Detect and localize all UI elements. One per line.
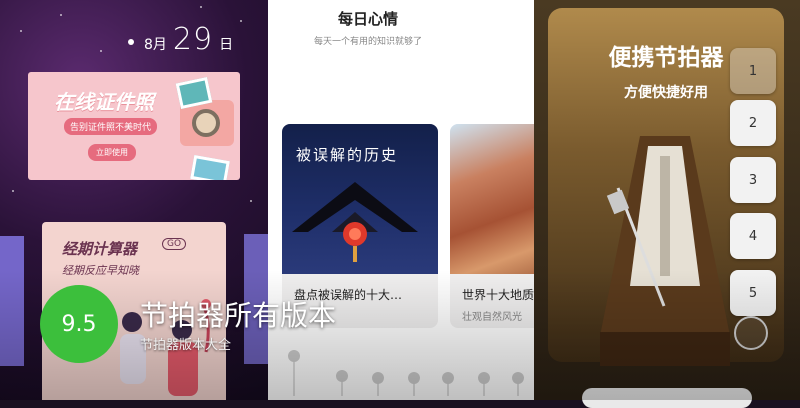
rating-badge: 9.5 <box>40 285 118 363</box>
beat-button-3[interactable]: 3 <box>730 157 776 203</box>
id-photo-card[interactable]: 在线证件照 告别证件照不美时代 立即使用 <box>28 72 240 180</box>
id-photo-title: 在线证件照 <box>54 90 154 114</box>
article-image <box>450 124 534 274</box>
slider-track[interactable] <box>282 346 532 396</box>
date-suffix: 日 <box>219 37 234 53</box>
date-day: 29 <box>172 22 214 57</box>
period-subtitle: 经期反应早知晓 <box>62 264 139 277</box>
page-subtitle: 每天一个有用的知识就够了 <box>313 37 422 47</box>
beat-button-5[interactable]: 5 <box>730 270 776 316</box>
app-description: 节拍器版本大全 <box>140 338 232 353</box>
tempo-dial[interactable] <box>734 316 768 350</box>
metronome-icon <box>600 136 730 366</box>
article-card[interactable]: 世界十大地质 壮观自然风光 <box>450 124 534 328</box>
date-month: 8月 <box>144 37 167 53</box>
article-caption: 世界十大地质 <box>462 288 534 302</box>
photo-icon <box>190 155 230 180</box>
period-title: 经期计算器 <box>62 240 138 258</box>
go-badge[interactable]: GO <box>162 238 187 250</box>
article-overlay-title: 被误解的历史 <box>296 146 399 164</box>
date-display: 8月 29 日 <box>128 22 233 57</box>
screenshot-panel-daily-mood: 每日心情 每天一个有用的知识就够了 被误解的历史 盘点被误解的十大… 世界十大地… <box>268 0 534 400</box>
page-title: 每日心情 <box>337 10 398 28</box>
side-card-left <box>0 236 24 366</box>
dot-icon <box>128 39 134 45</box>
bottom-action-button[interactable] <box>582 388 752 408</box>
app-name: 节拍器所有版本 <box>140 299 337 332</box>
id-photo-subtitle: 告别证件照不美时代 <box>64 118 158 135</box>
beat-button-1[interactable]: 1 <box>730 48 776 94</box>
pagoda-illustration <box>292 182 418 262</box>
beat-button-2[interactable]: 2 <box>730 100 776 146</box>
article-image: 被误解的历史 <box>282 124 438 274</box>
article-caption-secondary: 壮观自然风光 <box>462 312 522 323</box>
beat-button-4[interactable]: 4 <box>730 213 776 259</box>
id-photo-use-button[interactable]: 立即使用 <box>88 144 136 161</box>
